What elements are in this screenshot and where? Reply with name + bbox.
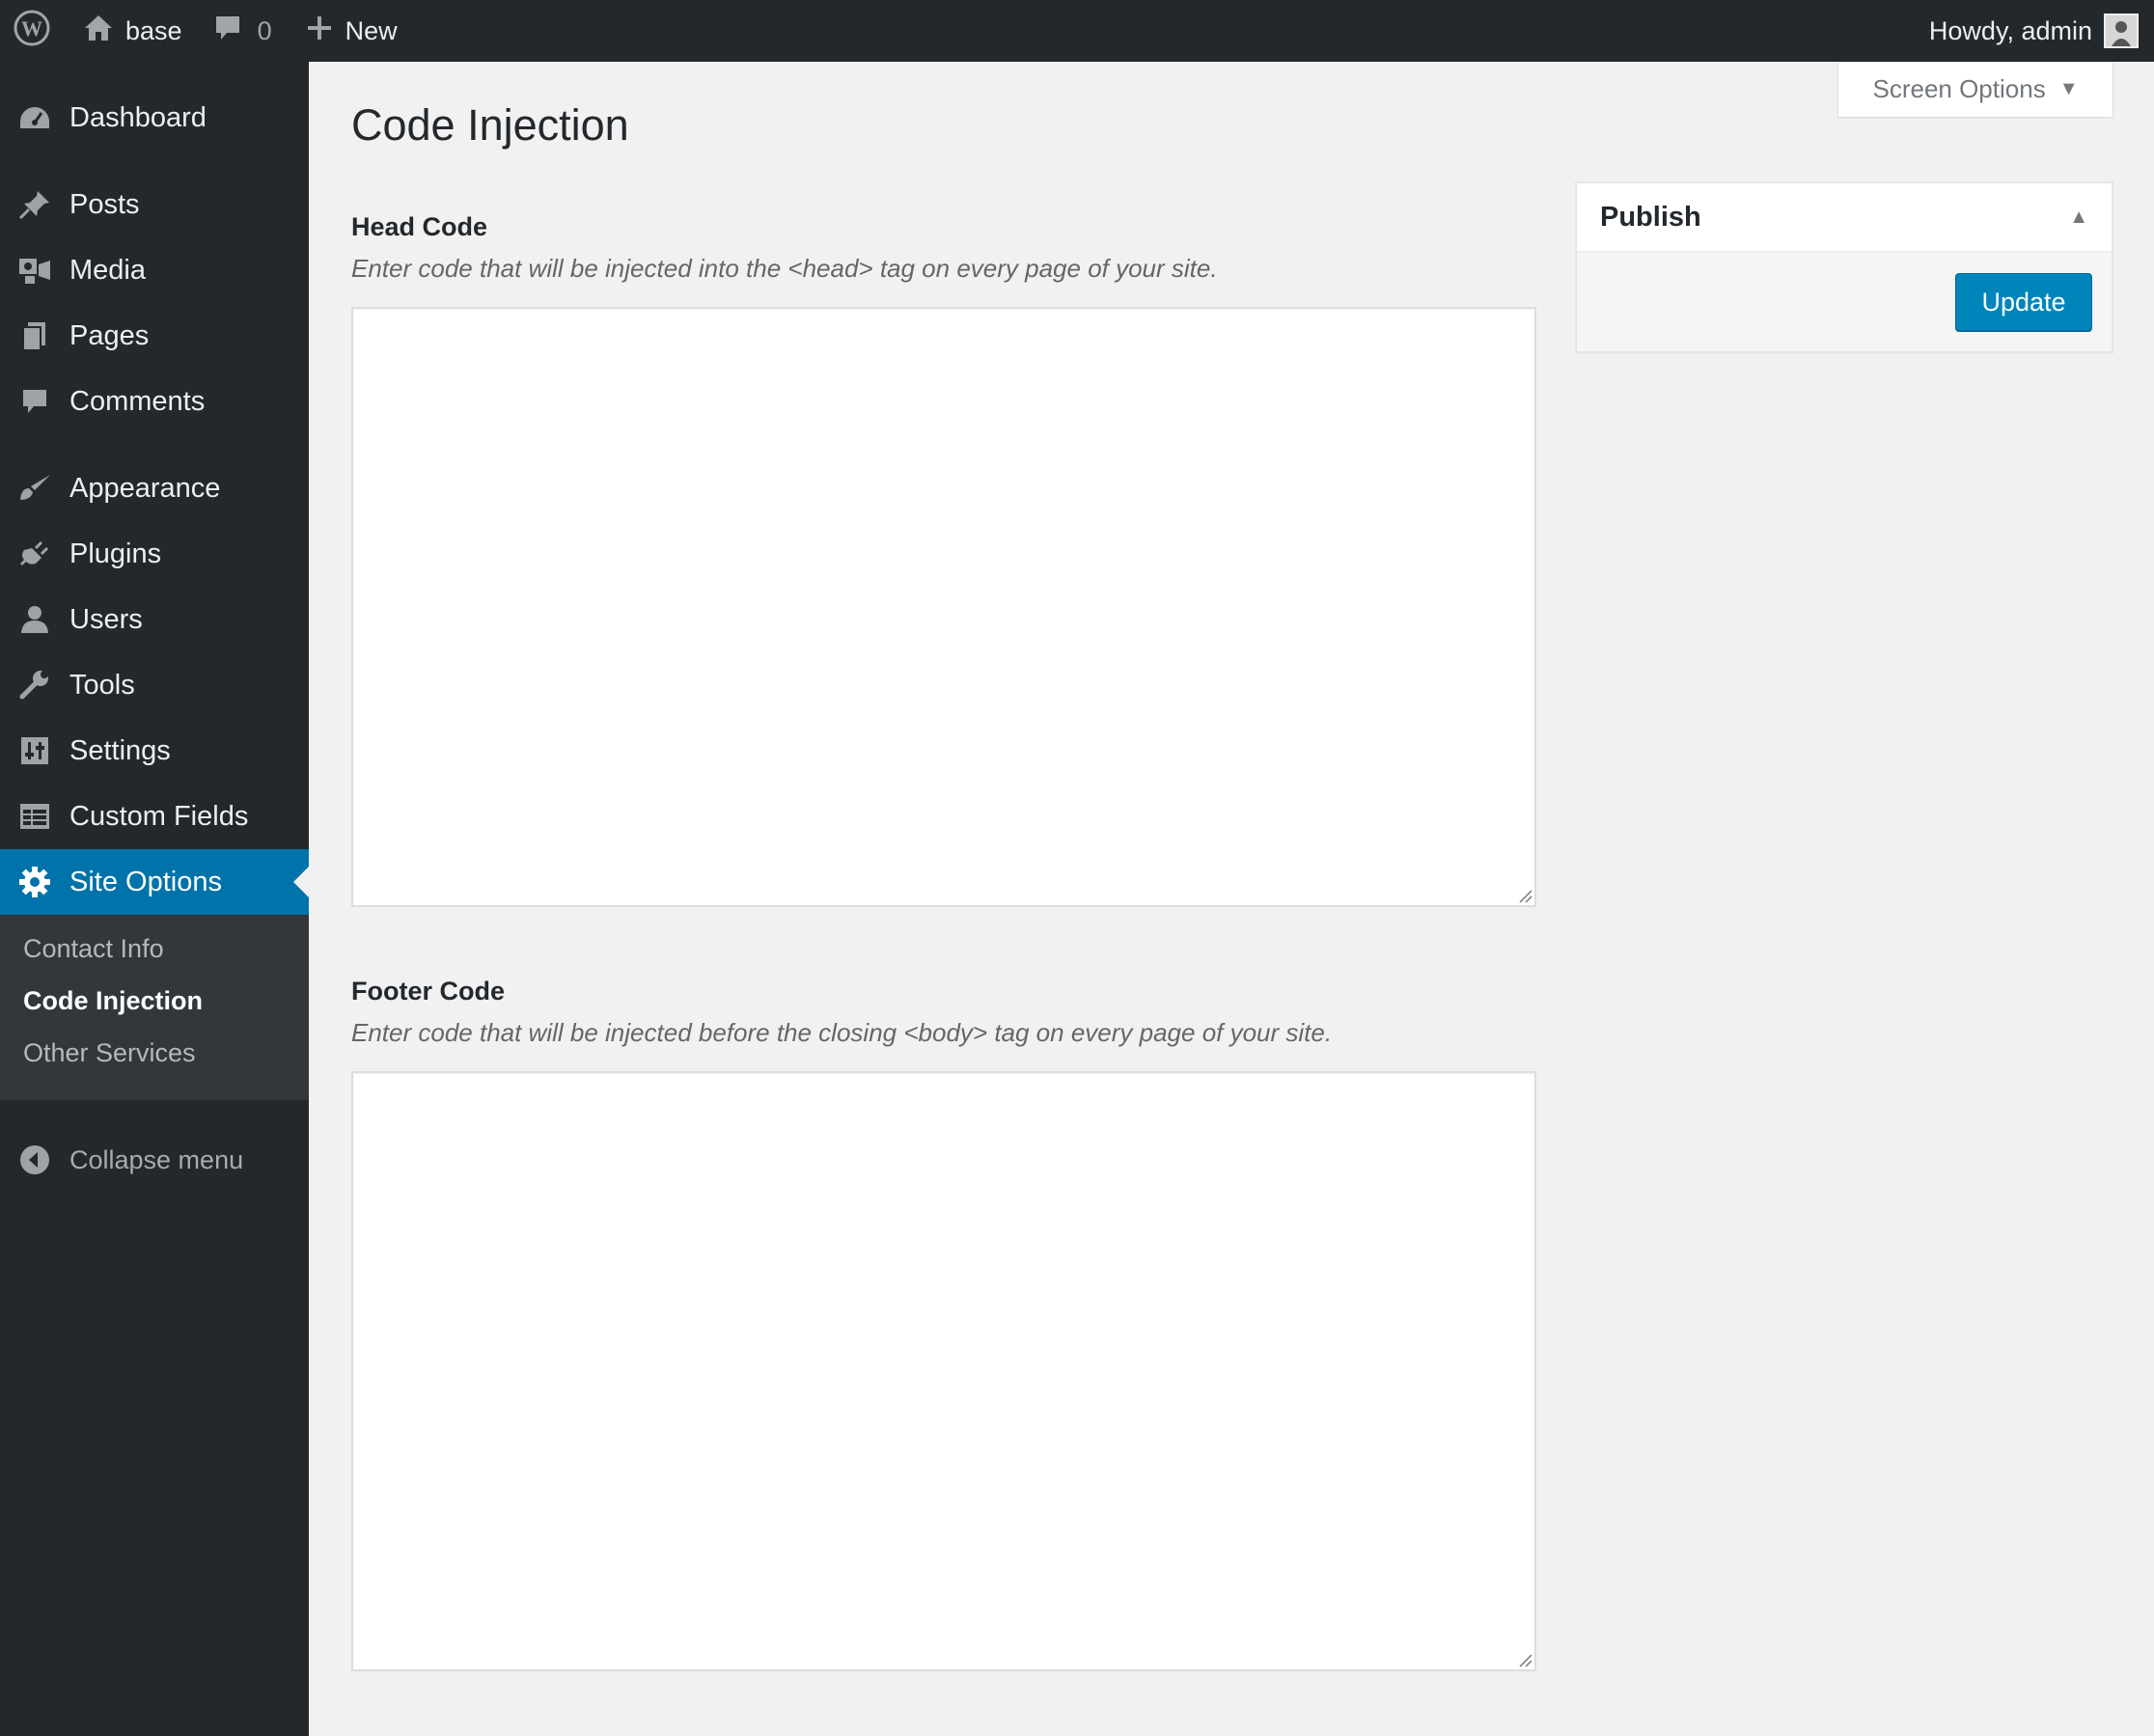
table-icon — [0, 802, 69, 831]
media-icon — [0, 255, 69, 286]
wrench-icon — [0, 670, 69, 701]
home-icon — [83, 14, 114, 49]
settings-icon — [0, 735, 69, 766]
collapse-arrow-icon — [0, 1144, 69, 1175]
menu-label-site-options: Site Options — [69, 866, 222, 897]
caret-up-icon[interactable]: ▲ — [2069, 207, 2088, 229]
pages-icon — [0, 320, 69, 351]
menu-label-settings: Settings — [69, 734, 171, 766]
comments-link[interactable]: 0 — [182, 0, 272, 62]
update-button[interactable]: Update — [1955, 273, 2092, 331]
menu-label-plugins: Plugins — [69, 537, 162, 569]
comment-bubble-icon — [213, 14, 242, 49]
resize-handle-icon[interactable] — [1517, 888, 1533, 903]
menu-item-media[interactable]: Media — [0, 237, 309, 303]
head-code-label: Head Code — [351, 212, 488, 241]
collapse-menu-button[interactable]: Collapse menu — [0, 1133, 309, 1187]
menu-item-plugins[interactable]: Plugins — [0, 521, 309, 587]
menu-item-appearance[interactable]: Appearance — [0, 455, 309, 521]
resize-handle-icon[interactable] — [1517, 1652, 1533, 1667]
publish-box: Publish ▲ Update — [1575, 181, 2113, 353]
footer-code-textarea[interactable] — [351, 1071, 1536, 1671]
menu-label-pages: Pages — [69, 319, 150, 351]
admin-bar: W base 0 New Howdy, admin — [0, 0, 2154, 62]
submenu-item-other-services[interactable]: Other Services — [0, 1027, 309, 1079]
head-code-description: Enter code that will be injected into th… — [351, 254, 1218, 283]
site-options-submenu: Contact Info Code Injection Other Servic… — [0, 915, 309, 1100]
publish-box-header[interactable]: Publish ▲ — [1577, 183, 2112, 253]
plug-icon — [0, 538, 69, 569]
menu-label-posts: Posts — [69, 188, 140, 220]
plus-icon — [307, 15, 332, 47]
my-account-link[interactable]: Howdy, admin — [1929, 0, 2154, 62]
submenu-item-code-injection[interactable]: Code Injection — [0, 975, 309, 1027]
menu-label-appearance: Appearance — [69, 472, 221, 504]
menu-item-users[interactable]: Users — [0, 587, 309, 652]
svg-text:W: W — [21, 16, 42, 41]
howdy-label: Howdy, admin — [1928, 15, 2092, 45]
page-title: Code Injection — [351, 100, 629, 150]
menu-label-tools: Tools — [69, 669, 135, 701]
menu-item-settings[interactable]: Settings — [0, 718, 309, 784]
new-content-link[interactable]: New — [272, 0, 398, 62]
avatar — [2104, 14, 2139, 48]
dashboard-icon — [0, 103, 69, 132]
footer-code-description: Enter code that will be injected before … — [351, 1018, 1333, 1047]
site-home-link[interactable]: base — [64, 0, 182, 62]
menu-item-site-options[interactable]: Site Options — [0, 849, 309, 915]
brush-icon — [0, 473, 69, 504]
menu-item-posts[interactable]: Posts — [0, 172, 309, 237]
menu-label-custom-fields: Custom Fields — [69, 800, 249, 832]
comments-count: 0 — [257, 15, 272, 45]
new-label: New — [345, 15, 398, 45]
pin-icon — [0, 189, 69, 220]
screen-options-label: Screen Options — [1872, 74, 2046, 103]
menu-item-dashboard[interactable]: Dashboard — [0, 85, 309, 151]
menu-label-users: Users — [69, 603, 143, 635]
admin-sidebar: Dashboard Posts Media Pages Comments App… — [0, 62, 309, 1736]
wordpress-logo-button[interactable]: W — [0, 0, 64, 62]
menu-label-media: Media — [69, 254, 146, 286]
publish-box-title: Publish — [1600, 201, 1701, 233]
menu-item-tools[interactable]: Tools — [0, 652, 309, 718]
menu-item-custom-fields[interactable]: Custom Fields — [0, 784, 309, 849]
screen-options-button[interactable]: Screen Options ▼ — [1837, 62, 2113, 118]
user-icon — [0, 604, 69, 635]
collapse-menu-label: Collapse menu — [69, 1144, 244, 1174]
wordpress-logo-icon: W — [13, 9, 51, 54]
gear-icon — [0, 866, 69, 898]
footer-code-label: Footer Code — [351, 977, 505, 1006]
publish-actions: Update — [1577, 253, 2112, 351]
menu-item-comments[interactable]: Comments — [0, 369, 309, 434]
menu-label-dashboard: Dashboard — [69, 101, 207, 133]
menu-label-comments: Comments — [69, 385, 206, 417]
menu-item-pages[interactable]: Pages — [0, 303, 309, 369]
submenu-item-contact-info[interactable]: Contact Info — [0, 923, 309, 975]
comment-icon — [0, 387, 69, 416]
site-name: base — [125, 15, 182, 45]
head-code-textarea[interactable] — [351, 307, 1536, 907]
caret-down-icon: ▼ — [2058, 78, 2079, 99]
